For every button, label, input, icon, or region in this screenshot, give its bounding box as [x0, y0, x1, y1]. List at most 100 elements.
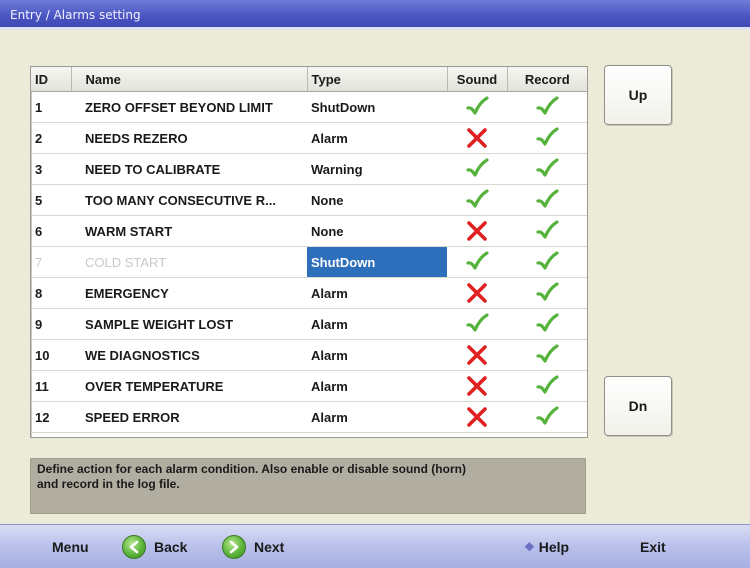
row-type[interactable]: ShutDown: [307, 246, 447, 278]
row-record-toggle[interactable]: [507, 339, 587, 371]
row-id[interactable]: 5: [31, 184, 71, 216]
row-type[interactable]: Alarm: [307, 122, 447, 154]
check-icon: [465, 251, 489, 270]
alarms-table: ID Name Type Sound Record 1 ZERO OFFSET B…: [30, 66, 588, 438]
row-id[interactable]: 9: [31, 308, 71, 340]
row-record-toggle[interactable]: [507, 215, 587, 247]
row-name[interactable]: EMERGENCY: [71, 277, 307, 309]
help-label: Help: [538, 538, 570, 555]
row-type[interactable]: Warning: [307, 153, 447, 185]
row-id[interactable]: 1: [31, 91, 71, 123]
down-button[interactable]: Dn: [604, 376, 672, 436]
next-button[interactable]: Next: [222, 525, 284, 568]
check-icon: [535, 189, 559, 208]
row-sound-toggle[interactable]: [447, 277, 507, 309]
table-row[interactable]: 12 SPEED ERROR Alarm: [31, 401, 587, 433]
row-record-toggle[interactable]: [507, 246, 587, 278]
table-row[interactable]: 3 NEED TO CALIBRATE Warning: [31, 153, 587, 185]
next-arrow-icon: [222, 534, 246, 559]
column-header-name[interactable]: Name: [71, 67, 308, 92]
table-row[interactable]: 7 COLD START ShutDown: [31, 246, 587, 278]
table-row[interactable]: 1 ZERO OFFSET BEYOND LIMIT ShutDown: [31, 91, 587, 123]
row-sound-toggle[interactable]: [447, 246, 507, 278]
row-id[interactable]: 2: [31, 122, 71, 154]
row-name[interactable]: NEEDS REZERO: [71, 122, 307, 154]
check-icon: [535, 375, 559, 394]
window-title: Entry / Alarms setting: [0, 0, 750, 30]
back-label: Back: [154, 538, 188, 555]
check-icon: [535, 158, 559, 177]
check-icon: [465, 189, 489, 208]
table-row[interactable]: 6 WARM START None: [31, 215, 587, 247]
row-sound-toggle[interactable]: [447, 370, 507, 402]
table-row[interactable]: 8 EMERGENCY Alarm: [31, 277, 587, 309]
row-record-toggle[interactable]: [507, 401, 587, 433]
check-icon: [535, 313, 559, 332]
column-header-sound[interactable]: Sound: [447, 67, 508, 92]
row-sound-toggle[interactable]: [447, 215, 507, 247]
row-type[interactable]: Alarm: [307, 401, 447, 433]
next-label: Next: [254, 538, 285, 555]
table-row[interactable]: 11 OVER TEMPERATURE Alarm: [31, 370, 587, 402]
back-button[interactable]: Back: [122, 525, 187, 568]
check-icon: [535, 406, 559, 425]
table-row[interactable]: 9 SAMPLE WEIGHT LOST Alarm: [31, 308, 587, 340]
row-name[interactable]: NEED TO CALIBRATE: [71, 153, 307, 185]
row-type[interactable]: None: [307, 184, 447, 216]
table-row[interactable]: 2 NEEDS REZERO Alarm: [31, 122, 587, 154]
row-id[interactable]: 3: [31, 153, 71, 185]
row-name[interactable]: WARM START: [71, 215, 307, 247]
row-sound-toggle[interactable]: [447, 184, 507, 216]
check-icon: [535, 344, 559, 363]
row-type[interactable]: Alarm: [307, 370, 447, 402]
cross-icon: [465, 128, 489, 148]
row-id[interactable]: 11: [31, 370, 71, 402]
row-id[interactable]: 7: [31, 246, 71, 278]
row-name[interactable]: COLD START: [71, 246, 307, 278]
menu-button[interactable]: Menu: [52, 525, 89, 568]
table-row[interactable]: 10 WE DIAGNOSTICS Alarm: [31, 339, 587, 371]
row-id[interactable]: 12: [31, 401, 71, 433]
row-name[interactable]: SPEED ERROR: [71, 401, 307, 433]
row-record-toggle[interactable]: [507, 184, 587, 216]
row-name[interactable]: SAMPLE WEIGHT LOST: [71, 308, 307, 340]
exit-button[interactable]: Exit: [640, 525, 666, 568]
row-type[interactable]: Alarm: [307, 277, 447, 309]
row-id[interactable]: 10: [31, 339, 71, 371]
check-icon: [465, 96, 489, 115]
back-arrow-icon: [122, 534, 146, 559]
table-row[interactable]: 5 TOO MANY CONSECUTIVE R... None: [31, 184, 587, 216]
row-sound-toggle[interactable]: [447, 153, 507, 185]
help-button[interactable]: ❖ Help: [524, 525, 569, 568]
row-name[interactable]: OVER TEMPERATURE: [71, 370, 307, 402]
row-type[interactable]: Alarm: [307, 308, 447, 340]
check-icon: [535, 220, 559, 239]
row-type[interactable]: ShutDown: [307, 91, 447, 123]
row-sound-toggle[interactable]: [447, 339, 507, 371]
row-sound-toggle[interactable]: [447, 91, 507, 123]
row-name[interactable]: ZERO OFFSET BEYOND LIMIT: [71, 91, 307, 123]
row-id[interactable]: 6: [31, 215, 71, 247]
row-id[interactable]: 8: [31, 277, 71, 309]
row-sound-toggle[interactable]: [447, 401, 507, 433]
check-icon: [535, 96, 559, 115]
column-header-type[interactable]: Type: [307, 67, 448, 92]
row-record-toggle[interactable]: [507, 122, 587, 154]
row-record-toggle[interactable]: [507, 370, 587, 402]
column-header-id[interactable]: ID: [31, 67, 72, 92]
row-sound-toggle[interactable]: [447, 308, 507, 340]
row-name[interactable]: WE DIAGNOSTICS: [71, 339, 307, 371]
row-sound-toggle[interactable]: [447, 122, 507, 154]
check-icon: [535, 251, 559, 270]
row-record-toggle[interactable]: [507, 277, 587, 309]
row-record-toggle[interactable]: [507, 91, 587, 123]
row-record-toggle[interactable]: [507, 308, 587, 340]
row-name[interactable]: TOO MANY CONSECUTIVE R...: [71, 184, 307, 216]
table-header-row: ID Name Type Sound Record: [31, 67, 587, 92]
check-icon: [465, 313, 489, 332]
column-header-record[interactable]: Record: [507, 67, 587, 92]
row-type[interactable]: None: [307, 215, 447, 247]
row-record-toggle[interactable]: [507, 153, 587, 185]
row-type[interactable]: Alarm: [307, 339, 447, 371]
up-button[interactable]: Up: [604, 65, 672, 125]
